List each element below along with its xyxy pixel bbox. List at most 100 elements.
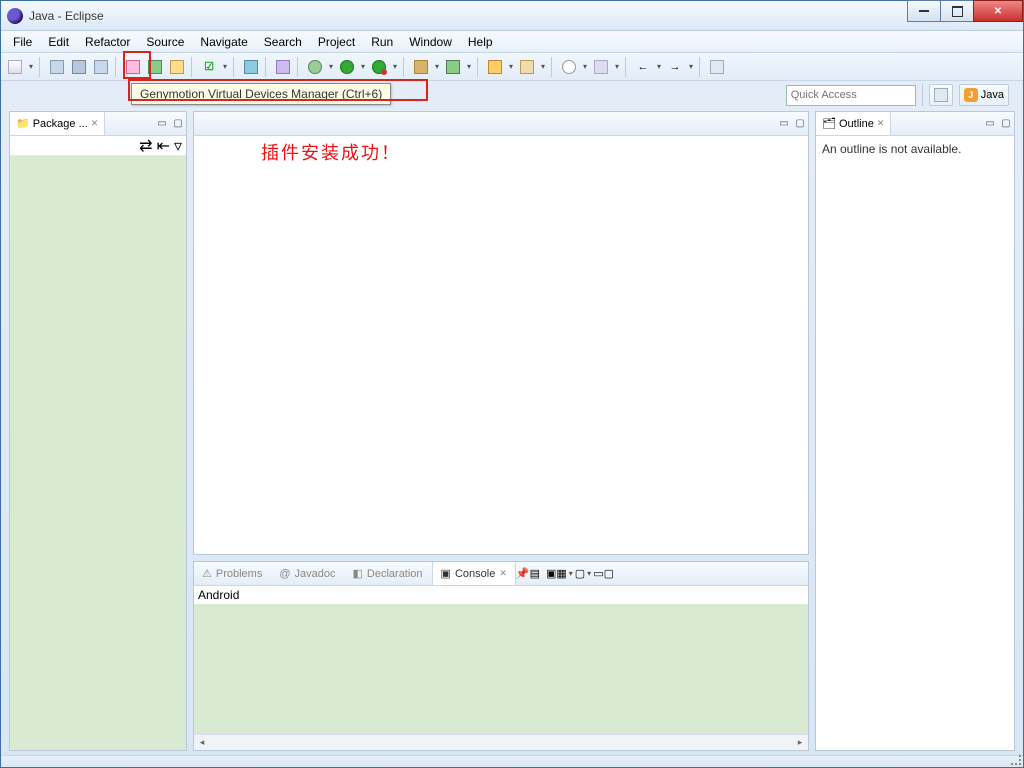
close-icon[interactable]: ✕ [91, 118, 99, 129]
back-button[interactable]: ← [633, 57, 653, 77]
open-perspective-button[interactable] [929, 84, 953, 106]
console-minimize-button[interactable]: ▭ [593, 567, 603, 580]
collapse-all-icon[interactable]: ⇤ [157, 136, 170, 156]
eclipse-icon [7, 8, 23, 24]
outline-minimize-button[interactable]: ▭ [982, 116, 998, 132]
console-select-icon[interactable]: ▢ [575, 567, 585, 580]
run-ext-dropdown[interactable]: ▾ [391, 62, 399, 71]
package-explorer-toolbar: ⇄ ⇤ ▿ [10, 136, 186, 156]
editor-minimize-button[interactable]: ▭ [776, 116, 792, 132]
outline-icon: 🗂 [822, 117, 836, 130]
toolbar: ▾ ☑ ▾ ▾ ▾ ▾ ▾ ▾ ▾ ▾ ▾ ▾ [1, 53, 1023, 81]
tab-console[interactable]: ▣Console✕ [432, 562, 516, 585]
forward-dropdown[interactable]: ▾ [687, 62, 695, 71]
java-perspective-button[interactable]: JJava [959, 84, 1009, 106]
console-maximize-button[interactable]: ▢ [604, 567, 614, 580]
wand-button[interactable] [273, 57, 293, 77]
save-button[interactable] [47, 57, 67, 77]
package-explorer-body[interactable] [10, 156, 186, 750]
scroll-right-icon[interactable]: ▸ [792, 735, 808, 750]
editor-maximize-button[interactable]: ▢ [792, 116, 808, 132]
run-ext-button[interactable] [369, 57, 389, 77]
resize-grip[interactable] [1011, 755, 1021, 765]
pin-button[interactable] [707, 57, 727, 77]
console-select-dropdown[interactable]: ▾ [585, 569, 593, 578]
menu-source[interactable]: Source [138, 33, 192, 51]
checkbox-dropdown[interactable]: ▾ [221, 62, 229, 71]
menu-run[interactable]: Run [363, 33, 401, 51]
menu-navigate[interactable]: Navigate [192, 33, 255, 51]
annotation-text: 插件安装成功！ [261, 139, 401, 165]
debug-button[interactable] [305, 57, 325, 77]
tab-javadoc[interactable]: @Javadoc [271, 562, 344, 585]
run-button[interactable] [337, 57, 357, 77]
lint-button[interactable] [241, 57, 261, 77]
new-dropdown[interactable]: ▾ [27, 62, 35, 71]
minimize-button[interactable] [907, 0, 941, 22]
menu-window[interactable]: Window [401, 33, 460, 51]
close-icon[interactable]: ✕ [877, 118, 885, 129]
new-button[interactable] [5, 57, 25, 77]
outline-maximize-button[interactable]: ▢ [998, 116, 1014, 132]
maximize-view-button[interactable]: ▢ [170, 116, 186, 132]
console-display-icon[interactable]: ▤ [530, 567, 540, 580]
menu-search[interactable]: Search [256, 33, 310, 51]
brush-dropdown[interactable]: ▾ [539, 62, 547, 71]
outline-header: 🗂 Outline ✕ ▭ ▢ [816, 112, 1014, 136]
minimize-view-button[interactable]: ▭ [154, 116, 170, 132]
annotate-button[interactable] [591, 57, 611, 77]
new-class-button[interactable] [443, 57, 463, 77]
menu-edit[interactable]: Edit [40, 33, 77, 51]
bottom-tabs: ⚠Problems @Javadoc ◧Declaration ▣Console… [194, 562, 808, 586]
package-explorer-icon: 📁 [16, 117, 30, 130]
menu-refactor[interactable]: Refactor [77, 33, 138, 51]
sdk-manager-button[interactable] [167, 57, 187, 77]
outline-title: Outline [839, 118, 874, 130]
package-explorer-tab[interactable]: 📁 Package ... ✕ [10, 112, 105, 135]
statusbar [1, 755, 1023, 767]
new-package-dropdown[interactable]: ▾ [433, 62, 441, 71]
menu-help[interactable]: Help [460, 33, 501, 51]
menu-project[interactable]: Project [310, 33, 363, 51]
scroll-left-icon[interactable]: ◂ [194, 735, 210, 750]
console-new-dropdown[interactable]: ▾ [567, 569, 575, 578]
back-dropdown[interactable]: ▾ [655, 62, 663, 71]
genymotion-button[interactable] [123, 57, 143, 77]
maximize-button[interactable] [940, 0, 974, 22]
close-icon[interactable]: ✕ [499, 568, 507, 579]
print-button[interactable] [91, 57, 111, 77]
link-editor-icon[interactable]: ⇄ [139, 136, 152, 156]
outline-tab[interactable]: 🗂 Outline ✕ [816, 112, 891, 135]
console-new-icon[interactable]: ▦ [556, 567, 566, 580]
package-explorer-header: 📁 Package ... ✕ ▭ ▢ [10, 112, 186, 136]
quick-access-input[interactable] [786, 85, 916, 106]
new-class-dropdown[interactable]: ▾ [465, 62, 473, 71]
tab-problems[interactable]: ⚠Problems [194, 562, 271, 585]
titlebar[interactable]: Java - Eclipse [1, 1, 1023, 31]
open-folder-dropdown[interactable]: ▾ [507, 62, 515, 71]
package-explorer-title: Package ... [33, 118, 88, 130]
run-dropdown[interactable]: ▾ [359, 62, 367, 71]
checkbox-button[interactable]: ☑ [199, 57, 219, 77]
genymotion-tooltip: Genymotion Virtual Devices Manager (Ctrl… [131, 83, 391, 105]
new-package-button[interactable] [411, 57, 431, 77]
close-button[interactable] [973, 0, 1023, 22]
console-pin-icon[interactable]: 📌 [516, 567, 530, 580]
avd-manager-button[interactable] [145, 57, 165, 77]
open-folder-button[interactable] [485, 57, 505, 77]
view-menu-icon[interactable]: ▿ [174, 136, 182, 156]
annotate-dropdown[interactable]: ▾ [613, 62, 621, 71]
forward-button[interactable]: → [665, 57, 685, 77]
save-all-button[interactable] [69, 57, 89, 77]
console-open-icon[interactable]: ▣ [546, 567, 556, 580]
debug-dropdown[interactable]: ▾ [327, 62, 335, 71]
brush-button[interactable] [517, 57, 537, 77]
java-perspective-label: Java [981, 89, 1004, 101]
search-dropdown[interactable]: ▾ [581, 62, 589, 71]
console-scrollbar[interactable]: ◂ ▸ [194, 734, 808, 750]
console-body[interactable] [194, 604, 808, 734]
menu-file[interactable]: File [5, 33, 40, 51]
editor-body[interactable] [194, 136, 808, 554]
tab-declaration[interactable]: ◧Declaration [345, 562, 432, 585]
search-button[interactable] [559, 57, 579, 77]
